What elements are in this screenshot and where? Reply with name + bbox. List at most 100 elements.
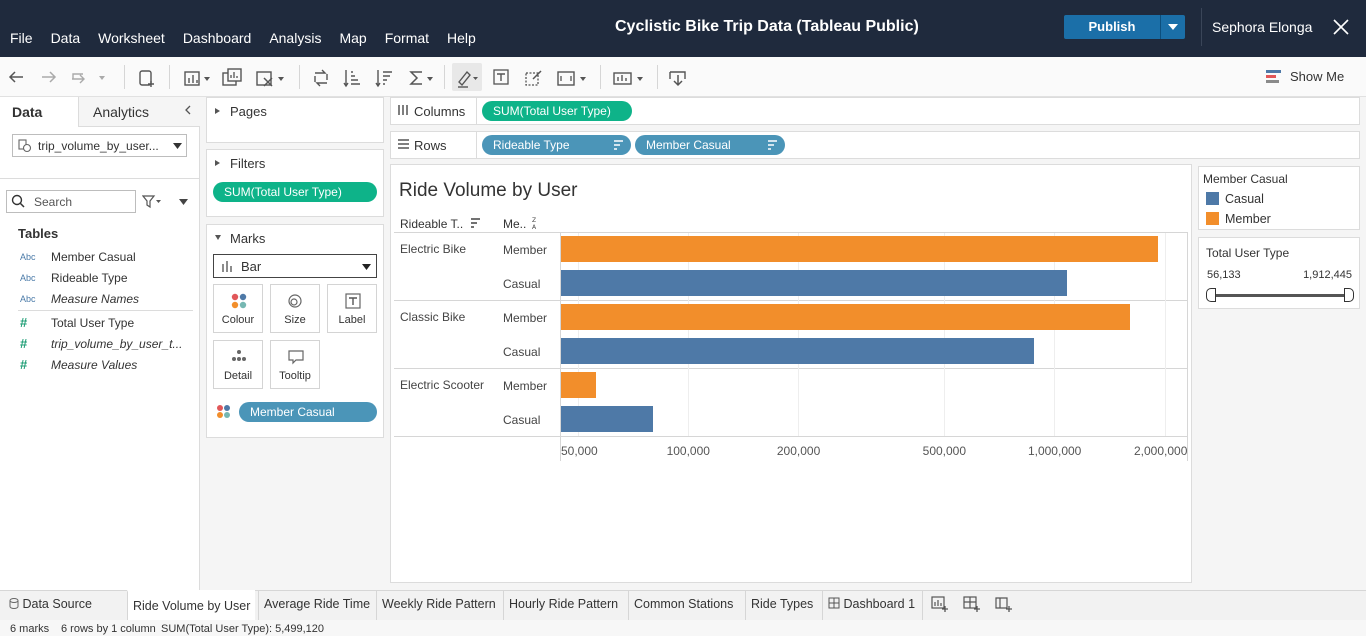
swap-rows-columns-icon[interactable]: [311, 68, 331, 88]
sort-icon[interactable]: [470, 218, 481, 228]
header-rideable-type[interactable]: Rideable T..: [400, 217, 463, 231]
window-title: Cyclistic Bike Trip Data (Tableau Public…: [615, 18, 919, 35]
fit-icon[interactable]: [556, 68, 588, 88]
divider: [394, 436, 1188, 437]
size-button[interactable]: Size: [270, 284, 320, 333]
field-measure-values[interactable]: # Measure Values: [20, 357, 137, 372]
tab-dashboard-1[interactable]: Dashboard 1: [822, 590, 920, 620]
format-workbook-icon[interactable]: [524, 68, 544, 88]
sort-descending-icon[interactable]: [374, 68, 394, 88]
field-measure-names[interactable]: Abc Measure Names: [20, 292, 139, 306]
range-slider-track[interactable]: [1212, 294, 1348, 297]
bar-mark[interactable]: [561, 304, 1131, 330]
rows-pill-rideable-type[interactable]: Rideable Type: [482, 135, 631, 155]
bar-mark[interactable]: [561, 372, 597, 398]
legend-title: Member Casual: [1203, 172, 1288, 186]
menu-data[interactable]: Data: [51, 30, 81, 50]
duplicate-sheet-icon[interactable]: [221, 68, 243, 88]
legend-swatch-member[interactable]: [1206, 212, 1219, 225]
chevron-down-icon[interactable]: [214, 234, 222, 242]
detail-button[interactable]: Detail: [213, 340, 263, 389]
tab-data[interactable]: Data: [0, 97, 78, 127]
filter-icon[interactable]: [142, 195, 162, 209]
menu-file[interactable]: File: [10, 30, 33, 50]
subrow-label[interactable]: Member: [503, 311, 547, 325]
tooltip-button[interactable]: Tooltip: [270, 340, 320, 389]
menu-map[interactable]: Map: [339, 30, 366, 50]
highlight-icon[interactable]: [456, 68, 480, 88]
tab-average-ride-time[interactable]: Average Ride Time: [258, 590, 375, 620]
tab-hourly-ride-pattern[interactable]: Hourly Ride Pattern: [503, 590, 623, 620]
bar-mark[interactable]: [561, 236, 1158, 262]
new-datasource-icon[interactable]: [137, 68, 157, 88]
replay-icon[interactable]: [70, 68, 106, 86]
divider: [124, 65, 125, 89]
bar-mark[interactable]: [561, 406, 653, 432]
tab-data-source[interactable]: Data Source: [4, 590, 97, 620]
filter-pill[interactable]: SUM(Total User Type): [213, 182, 377, 202]
field-member-casual[interactable]: Abc Member Casual: [20, 250, 136, 264]
new-dashboard-icon[interactable]: [963, 596, 981, 612]
publish-label[interactable]: Publish: [1064, 15, 1160, 39]
menu-dashboard[interactable]: Dashboard: [183, 30, 252, 50]
menu-analysis[interactable]: Analysis: [269, 30, 321, 50]
header-member-casual[interactable]: Me..: [503, 217, 526, 231]
close-icon[interactable]: [1331, 17, 1351, 37]
tab-weekly-ride-pattern[interactable]: Weekly Ride Pattern: [376, 590, 501, 620]
tab-analytics[interactable]: Analytics: [78, 97, 200, 127]
legend-label-casual[interactable]: Casual: [1225, 192, 1264, 206]
download-icon[interactable]: [668, 68, 688, 88]
subrow-label[interactable]: Member: [503, 379, 547, 393]
publish-button[interactable]: Publish: [1064, 15, 1185, 39]
undo-icon[interactable]: [8, 68, 26, 86]
publish-dropdown[interactable]: [1160, 15, 1185, 39]
group-label[interactable]: Electric Bike: [400, 242, 466, 256]
show-labels-icon[interactable]: [492, 68, 510, 86]
totals-icon[interactable]: [408, 68, 434, 88]
subrow-label[interactable]: Casual: [503, 413, 540, 427]
field-total-user-type[interactable]: # Total User Type: [20, 315, 134, 330]
sort-az-icon[interactable]: ZA: [532, 217, 541, 230]
search-input[interactable]: Search: [6, 190, 136, 213]
clear-sheet-icon[interactable]: [255, 68, 285, 88]
chevron-right-icon[interactable]: [214, 107, 222, 115]
menu-format[interactable]: Format: [385, 30, 429, 50]
tab-ride-volume-by-user[interactable]: Ride Volume by User: [127, 590, 256, 620]
range-slider-max-handle[interactable]: [1344, 288, 1354, 302]
sort-ascending-icon[interactable]: [342, 68, 362, 88]
legend-label-member[interactable]: Member: [1225, 212, 1271, 226]
colour-button[interactable]: Colour: [213, 284, 263, 333]
mark-type-select[interactable]: Bar: [213, 254, 377, 278]
chevron-down-icon[interactable]: [179, 199, 188, 205]
new-worksheet-icon[interactable]: [183, 68, 211, 88]
menu-worksheet[interactable]: Worksheet: [98, 30, 165, 50]
collapse-pane-icon[interactable]: [184, 105, 192, 115]
subrow-label[interactable]: Casual: [503, 277, 540, 291]
bar-mark[interactable]: [561, 338, 1035, 364]
new-story-icon[interactable]: [995, 596, 1013, 612]
redo-icon[interactable]: [39, 68, 57, 86]
tab-ride-types[interactable]: Ride Types: [745, 590, 818, 620]
bar-mark[interactable]: [561, 270, 1068, 296]
chevron-down-icon[interactable]: [173, 143, 182, 149]
menu-help[interactable]: Help: [447, 30, 476, 50]
group-label[interactable]: Classic Bike: [400, 310, 465, 324]
subrow-label[interactable]: Member: [503, 243, 547, 257]
label-button[interactable]: Label: [327, 284, 377, 333]
subrow-label[interactable]: Casual: [503, 345, 540, 359]
user-name[interactable]: Sephora Elonga: [1212, 19, 1312, 35]
group-label[interactable]: Electric Scooter: [400, 378, 484, 392]
legend-swatch-casual[interactable]: [1206, 192, 1219, 205]
columns-pill[interactable]: SUM(Total User Type): [482, 101, 632, 121]
colour-pill[interactable]: Member Casual: [239, 402, 377, 422]
show-me-button[interactable]: Show Me: [1266, 69, 1344, 84]
presentation-mode-icon[interactable]: [612, 68, 646, 88]
tab-common-stations[interactable]: Common Stations: [628, 590, 738, 620]
range-slider-min-handle[interactable]: [1206, 288, 1216, 302]
field-trip-volume-count[interactable]: # trip_volume_by_user_t...: [20, 336, 182, 351]
field-rideable-type[interactable]: Abc Rideable Type: [20, 271, 128, 285]
new-worksheet-icon[interactable]: [931, 596, 949, 612]
chevron-right-icon[interactable]: [214, 159, 222, 167]
rows-pill-member-casual[interactable]: Member Casual: [635, 135, 785, 155]
datasource-select[interactable]: trip_volume_by_user...: [12, 134, 187, 157]
